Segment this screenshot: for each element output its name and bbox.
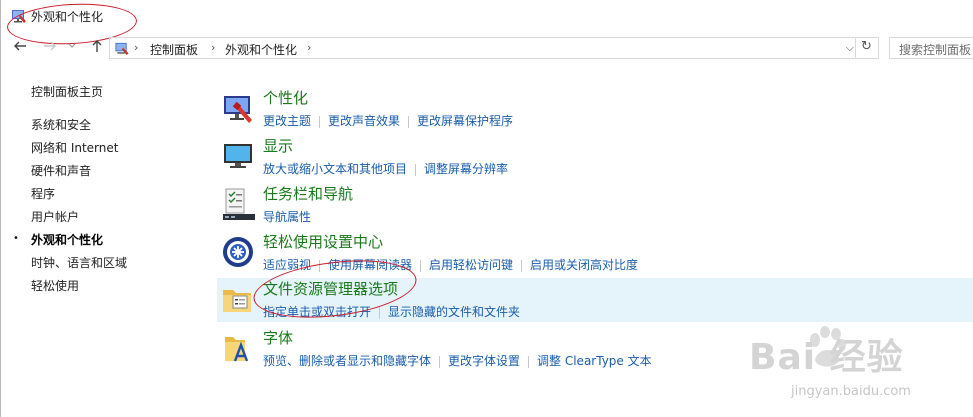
breadcrumb-separator[interactable]: › xyxy=(211,41,215,54)
category-title-fonts[interactable]: 字体 xyxy=(263,327,293,348)
breadcrumb-control-panel[interactable]: 控制面板 xyxy=(150,41,198,58)
sidebar-item-network[interactable]: 网络和 Internet xyxy=(31,139,118,156)
category-personalization: 个性化 更改主题 更改声音效果 更改屏幕保护程序 xyxy=(217,87,973,135)
link-change-sounds[interactable]: 更改声音效果 xyxy=(328,114,400,128)
folder-options-icon xyxy=(223,290,251,312)
link-preview-fonts[interactable]: 预览、删除或者显示和隐藏字体 xyxy=(263,354,431,368)
link-high-contrast[interactable]: 启用或关闭高对比度 xyxy=(530,258,638,272)
refresh-area: ↻ xyxy=(855,38,878,58)
refresh-icon[interactable]: ↻ xyxy=(861,39,872,54)
address-bar[interactable]: › 控制面板 › 外观和个性化 › ⌵ ↻ xyxy=(109,37,879,59)
breadcrumb-separator[interactable]: › xyxy=(307,41,311,54)
divider xyxy=(408,115,410,128)
sidebar-item-appearance[interactable]: 外观和个性化 xyxy=(31,231,103,248)
taskbar-icon xyxy=(223,188,255,220)
divider xyxy=(420,259,422,272)
category-links: 预览、删除或者显示和隐藏字体 更改字体设置 调整 ClearType 文本 xyxy=(263,352,652,369)
divider xyxy=(415,163,417,176)
navigation-bar: › 控制面板 › 外观和个性化 › ⌵ ↻ 搜索控制面板 xyxy=(1,34,973,62)
category-display: 显示 放大或缩小文本和其他项目 调整屏幕分辨率 xyxy=(217,135,973,183)
sidebar-home[interactable]: 控制面板主页 xyxy=(31,83,103,100)
sidebar-item-user-accounts[interactable]: 用户帐户 xyxy=(31,208,79,225)
back-button[interactable] xyxy=(13,39,27,57)
sidebar-item-system-security[interactable]: 系统和安全 xyxy=(31,116,91,133)
display-icon xyxy=(224,144,252,168)
link-change-font-settings[interactable]: 更改字体设置 xyxy=(448,354,520,368)
link-adjust-resolution[interactable]: 调整屏幕分辨率 xyxy=(424,162,508,176)
address-dropdown-icon[interactable]: ⌵ xyxy=(846,41,854,55)
fonts-icon xyxy=(225,337,249,362)
category-links: 更改主题 更改声音效果 更改屏幕保护程序 xyxy=(263,112,513,129)
sidebar-item-clock-region[interactable]: 时钟、语言和区域 xyxy=(31,254,127,271)
divider xyxy=(379,306,381,319)
watermark-url: jingyan.baidu.com xyxy=(791,384,911,399)
link-change-screensaver[interactable]: 更改屏幕保护程序 xyxy=(417,114,513,128)
link-show-hidden-files[interactable]: 显示隐藏的文件和文件夹 xyxy=(388,305,520,319)
arrow-right-icon xyxy=(44,41,56,51)
title-bar: 外观和个性化 xyxy=(1,0,973,33)
up-button[interactable] xyxy=(91,39,103,57)
breadcrumb-separator[interactable]: › xyxy=(134,41,138,54)
divider xyxy=(319,115,321,128)
control-panel-icon xyxy=(115,42,129,56)
sidebar-item-ease-of-access[interactable]: 轻松使用 xyxy=(31,277,79,294)
personalization-icon xyxy=(224,96,252,123)
link-change-theme[interactable]: 更改主题 xyxy=(263,114,311,128)
active-bullet-icon: • xyxy=(13,233,19,244)
category-links: 放大或缩小文本和其他项目 调整屏幕分辨率 xyxy=(263,160,508,177)
link-navigation-properties[interactable]: 导航属性 xyxy=(263,210,311,224)
divider xyxy=(528,355,530,368)
chevron-down-icon xyxy=(68,43,76,48)
category-links: 导航属性 xyxy=(263,208,311,225)
search-placeholder: 搜索控制面板 xyxy=(899,43,972,57)
category-taskbar: 任务栏和导航 导航属性 xyxy=(217,183,973,231)
sidebar-item-hardware-sound[interactable]: 硬件和声音 xyxy=(31,162,91,179)
recent-locations-button[interactable] xyxy=(68,42,76,52)
watermark-text: Bai 经验 xyxy=(749,337,904,378)
link-sticky-keys[interactable]: 启用轻松访问键 xyxy=(429,258,513,272)
divider xyxy=(439,355,441,368)
link-zoom-text[interactable]: 放大或缩小文本和其他项目 xyxy=(263,162,407,176)
sidebar-item-programs[interactable]: 程序 xyxy=(31,185,55,202)
arrow-left-icon xyxy=(14,41,26,51)
category-title-ease-of-access[interactable]: 轻松使用设置中心 xyxy=(263,231,383,252)
divider xyxy=(521,259,523,272)
arrow-up-icon xyxy=(92,40,102,52)
ease-of-access-icon xyxy=(223,237,253,267)
control-panel-window: 外观和个性化 › 控制面板 › 外观和个性化 › ⌵ ↻ 搜索控制面板 控制面板… xyxy=(0,0,973,417)
category-title-display[interactable]: 显示 xyxy=(263,135,293,156)
search-input[interactable]: 搜索控制面板 xyxy=(889,37,973,59)
category-title-personalization[interactable]: 个性化 xyxy=(263,87,308,108)
category-title-taskbar[interactable]: 任务栏和导航 xyxy=(263,183,353,204)
link-cleartype[interactable]: 调整 ClearType 文本 xyxy=(537,354,652,368)
forward-button[interactable] xyxy=(43,39,57,57)
breadcrumb-appearance[interactable]: 外观和个性化 xyxy=(225,41,297,58)
